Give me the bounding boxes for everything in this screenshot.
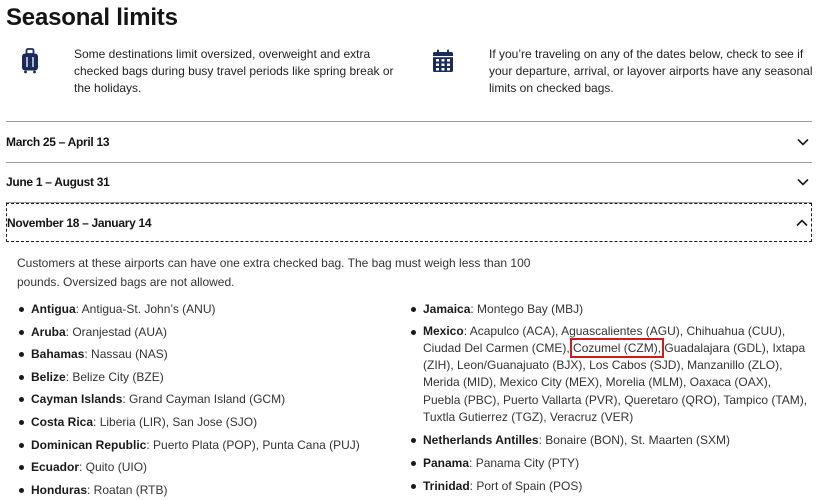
intro-left-text: Some destinations limit oversized, overw… [74, 47, 394, 95]
accordion-item-march[interactable]: March 25 – April 13 [6, 122, 812, 162]
accordion-label: November 18 – January 14 [7, 215, 152, 230]
panel-description: Customers at these airports can have one… [17, 256, 531, 289]
accordion-item-november[interactable]: November 18 – January 14 [6, 203, 812, 242]
accordion-item-june[interactable]: June 1 – August 31 [6, 162, 812, 202]
list-item: Bahamas: Nassau (NAS) [17, 343, 397, 366]
luggage-icon [22, 48, 38, 74]
list-item: Dominican Republic: Puerto Plata (POP), … [17, 434, 397, 457]
intro-left: Some destinations limit oversized, overw… [20, 46, 410, 97]
chevron-down-icon [797, 138, 809, 146]
list-item: Cayman Islands: Grand Cayman Island (GCM… [17, 388, 397, 411]
accordion-label: June 1 – August 31 [6, 175, 110, 189]
list-item: Trinidad: Port of Spain (POS) [409, 475, 809, 498]
accordion-label: March 25 – April 13 [6, 135, 110, 149]
airport-list-right: Jamaica: Montego Bay (MBJ) Mexico: Acapu… [409, 298, 809, 497]
list-item: Jamaica: Montego Bay (MBJ) [409, 298, 809, 321]
list-item: Panama: Panama City (PTY) [409, 452, 809, 475]
list-item: Aruba: Oranjestad (AUA) [17, 321, 397, 344]
airport-list-left: Antigua: Antigua-St. John’s (ANU) Aruba:… [17, 298, 397, 500]
list-item-mexico: Mexico: Acapulco (ACA), Aguascalientes (… [409, 321, 809, 430]
chevron-down-icon [797, 178, 809, 186]
list-item: Antigua: Antigua-St. John’s (ANU) [17, 298, 397, 321]
list-item: Honduras: Roatan (RTB) [17, 479, 397, 500]
intro-right-text: If you’re traveling on any of the dates … [489, 47, 813, 95]
calendar-icon [433, 49, 453, 72]
chevron-up-icon [796, 218, 808, 226]
list-item: Ecuador: Quito (UIO) [17, 456, 397, 479]
list-item: Netherlands Antilles: Bonaire (BON), St.… [409, 429, 809, 452]
list-item: Costa Rica: Liberia (LIR), San Jose (SJO… [17, 411, 397, 434]
page-title: Seasonal limits [6, 4, 178, 31]
intro-right: If you’re traveling on any of the dates … [432, 46, 818, 97]
highlighted-airport: Cozumel (CZM), [570, 337, 665, 358]
list-item: Belize: Belize City (BZE) [17, 366, 397, 389]
